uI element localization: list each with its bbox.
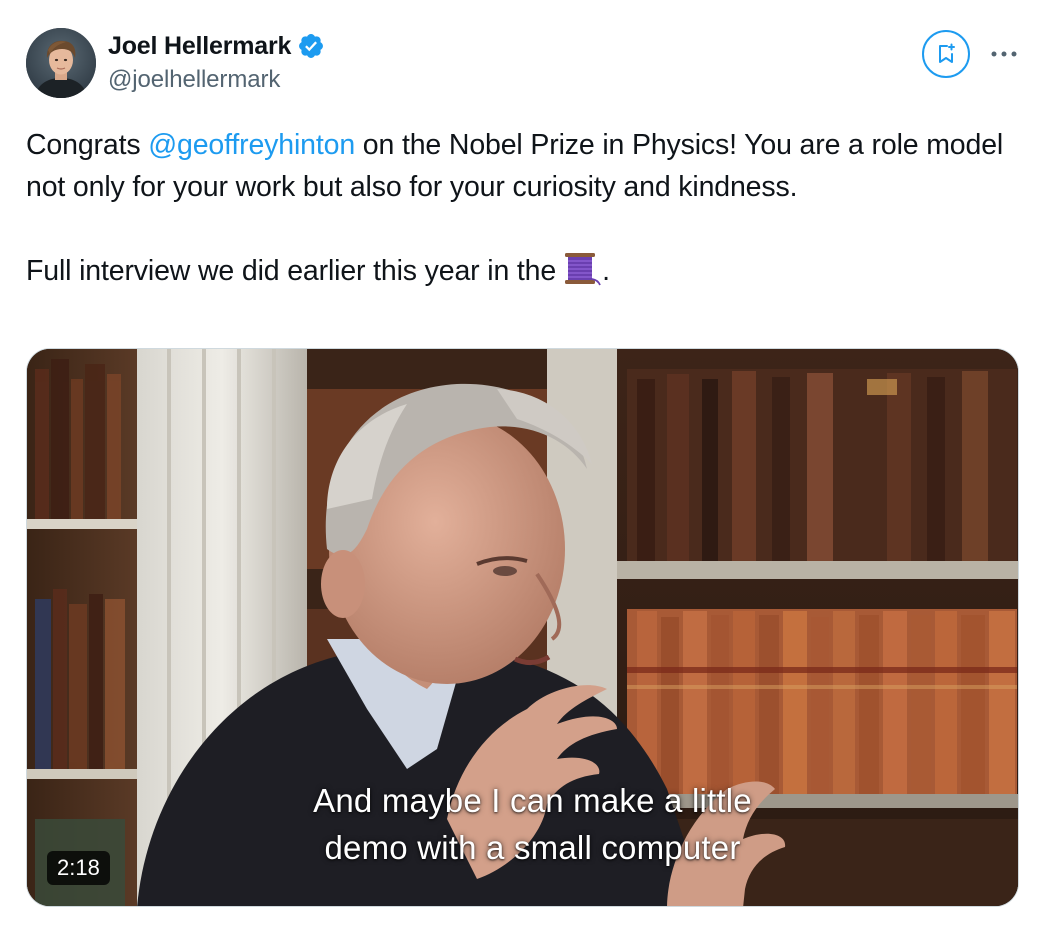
tweet-paragraph-2: Full interview we did earlier this year … bbox=[26, 250, 1016, 292]
mention-link[interactable]: @geoffreyhinton bbox=[148, 129, 355, 161]
video-caption: And maybe I can make a little demo with … bbox=[27, 777, 1018, 871]
display-name[interactable]: Joel Hellermark bbox=[108, 32, 291, 61]
video-duration-badge: 2:18 bbox=[47, 851, 110, 885]
more-options-icon bbox=[991, 51, 1017, 57]
caption-line-1: And maybe I can make a little bbox=[313, 782, 752, 819]
tweet: Joel Hellermark @joelhellermark Congrats… bbox=[0, 0, 1048, 934]
handle[interactable]: @joelhellermark bbox=[108, 66, 325, 94]
caption-line-2: demo with a small computer bbox=[324, 829, 741, 866]
tweet-text: Congrats @geoffreyhinton on the Nobel Pr… bbox=[26, 124, 1016, 292]
grok-icon bbox=[939, 43, 955, 63]
grok-button[interactable] bbox=[922, 30, 970, 78]
author-block: Joel Hellermark @joelhellermark bbox=[108, 30, 325, 94]
tweet-text-start: Congrats bbox=[26, 129, 149, 161]
video-player[interactable]: And maybe I can make a little demo with … bbox=[26, 348, 1019, 907]
avatar-image bbox=[26, 28, 96, 98]
more-options-button[interactable] bbox=[984, 36, 1024, 72]
thread-spool-emoji-icon bbox=[562, 252, 602, 286]
tweet-paragraph-2-text: Full interview we did earlier this year … bbox=[26, 255, 557, 287]
avatar[interactable] bbox=[26, 28, 96, 98]
name-row: Joel Hellermark bbox=[108, 30, 325, 62]
tweet-paragraph-1: Congrats @geoffreyhinton on the Nobel Pr… bbox=[26, 124, 1016, 208]
verified-badge-icon[interactable] bbox=[297, 32, 325, 60]
tweet-paragraph-2-end: . bbox=[602, 255, 610, 287]
